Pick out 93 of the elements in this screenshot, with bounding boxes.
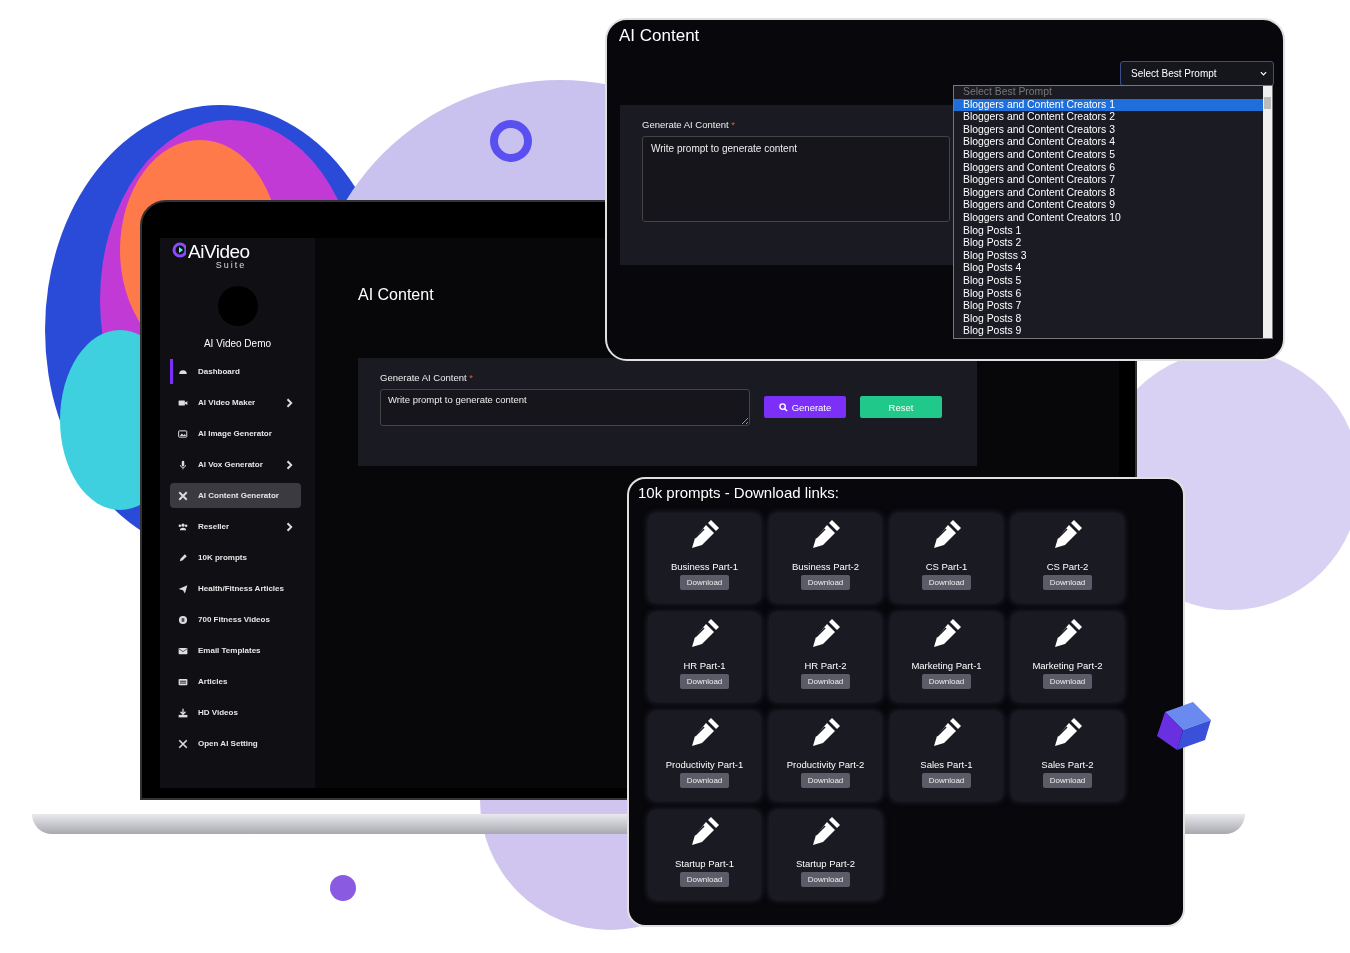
chevron-icon <box>285 397 295 408</box>
dropdown-option[interactable]: Blog Posts 1 <box>954 224 1263 238</box>
dropdown-option[interactable]: Bloggers and Content Creators 1 <box>954 98 1263 112</box>
scrollbar[interactable] <box>1263 86 1272 338</box>
sidebar-item[interactable]: Email Templates <box>170 638 301 663</box>
download-button[interactable]: Download <box>679 575 730 590</box>
sidebar-item[interactable]: AI Image Generator <box>170 421 301 446</box>
sidebar-item[interactable]: Dashboard <box>170 359 301 384</box>
download-button[interactable]: Download <box>921 674 972 689</box>
dropdown-option[interactable]: Blog Posts 8 <box>954 312 1263 326</box>
chevron-icon <box>285 521 295 532</box>
card-title: Startup Part-1 <box>674 858 735 869</box>
card-title: HR Part-2 <box>804 660 847 671</box>
logo-icon <box>172 242 186 260</box>
menu-item-icon <box>178 614 188 625</box>
card-title: Startup Part-2 <box>795 858 856 869</box>
dropdown-option[interactable]: Blog Posts 4 <box>954 262 1263 275</box>
dropdown-option[interactable]: Blog Posts 5 <box>954 274 1263 288</box>
dropdown-option[interactable]: Blog Posts 6 <box>954 287 1263 301</box>
dropdown-option[interactable]: Blog Posts 9 <box>954 325 1263 338</box>
download-button[interactable]: Download <box>679 872 730 887</box>
dropdown-option[interactable]: Bloggers and Content Creators 6 <box>954 161 1263 175</box>
download-button[interactable]: Download <box>1042 674 1093 689</box>
prompt-dropdown[interactable]: Select Best Prompt <box>1120 61 1274 86</box>
generate-button[interactable]: Generate <box>764 396 846 418</box>
card-title: CS Part-2 <box>1046 561 1089 572</box>
field-label: Generate AI Content * <box>380 372 473 383</box>
menu-item-icon <box>178 521 188 532</box>
gradient-blob <box>330 875 356 901</box>
card-title: Marketing Part-1 <box>911 660 982 671</box>
caret-icon <box>1260 71 1267 76</box>
sidebar-item[interactable]: AI Video Maker <box>170 390 301 415</box>
menu-item-icon <box>178 583 188 594</box>
sidebar-item[interactable]: 700 Fitness Videos <box>170 607 301 632</box>
sidebar-item[interactable]: Articles <box>170 669 301 694</box>
sidebar-item[interactable]: 10K prompts <box>170 545 301 570</box>
dropdown-option[interactable]: Bloggers and Content Creators 9 <box>954 199 1263 212</box>
card-title: Business Part-2 <box>791 561 860 572</box>
card-title: HR Part-1 <box>683 660 726 671</box>
sidebar-item[interactable]: AI Content Generator <box>170 483 301 508</box>
dropdown-option[interactable]: Bloggers and Content Creators 5 <box>954 148 1263 162</box>
download-button[interactable]: Download <box>679 674 730 689</box>
card-title: Business Part-1 <box>670 561 739 572</box>
download-button[interactable]: Download <box>800 674 851 689</box>
dropdown-option[interactable]: Bloggers and Content Creators 3 <box>954 123 1263 137</box>
dropdown-option[interactable]: Bloggers and Content Creators 10 <box>954 211 1263 225</box>
dropdown-option[interactable]: Blog Posts 7 <box>954 300 1263 313</box>
sidebar-item[interactable]: Reseller <box>170 514 301 539</box>
dropdown-option[interactable]: Blog Postss 3 <box>954 249 1263 263</box>
download-button[interactable]: Download <box>679 773 730 788</box>
sidebar-item[interactable]: Open AI Setting <box>170 731 301 756</box>
menu-item-icon <box>178 428 188 439</box>
window-title: 10k prompts - Download links: <box>638 484 840 501</box>
menu-item-icon <box>178 676 188 687</box>
dropdown-option[interactable]: Bloggers and Content Creators 2 <box>954 111 1263 124</box>
logo-subtitle: Suite <box>215 260 247 270</box>
download-button[interactable]: Download <box>800 773 851 788</box>
dropdown-option[interactable]: Bloggers and Content Creators 7 <box>954 174 1263 187</box>
cube-shape <box>1157 702 1211 750</box>
logo-text: AiVideo <box>188 242 250 262</box>
window-title: AI Content <box>619 26 701 46</box>
download-button[interactable]: Download <box>800 575 851 590</box>
dropdown-option[interactable]: Blog Posts 2 <box>954 237 1263 250</box>
search-icon <box>778 402 788 412</box>
card-title: Productivity Part-2 <box>786 759 865 770</box>
sidebar-item[interactable]: Health/Fitness Articles <box>170 576 301 601</box>
menu-item-icon <box>178 552 188 563</box>
profile-name: AI Video Demo <box>202 338 273 349</box>
card-title: Productivity Part-1 <box>665 759 744 770</box>
ring-shape <box>490 120 532 162</box>
prompt-field[interactable]: Write prompt to generate content <box>380 389 750 426</box>
download-button[interactable]: Download <box>921 773 972 788</box>
sidebar-item[interactable]: AI Vox Generator <box>170 452 301 477</box>
dropdown-option[interactable]: Bloggers and Content Creators 4 <box>954 136 1263 149</box>
sidebar-item[interactable]: HD Videos <box>170 700 301 725</box>
download-button[interactable]: Download <box>1042 575 1093 590</box>
card-title: Sales Part-1 <box>920 759 973 770</box>
download-button[interactable]: Download <box>921 575 972 590</box>
menu-item-icon <box>178 738 188 749</box>
dropdown-option[interactable]: Bloggers and Content Creators 8 <box>954 186 1263 200</box>
prompt-field[interactable]: Write prompt to generate content <box>642 136 950 222</box>
menu-item-icon <box>178 645 188 656</box>
menu-item-icon <box>178 459 188 470</box>
menu-item-icon <box>178 707 188 718</box>
card-title: Marketing Part-2 <box>1032 660 1103 671</box>
menu-item-icon <box>178 490 188 501</box>
card-title: Sales Part-2 <box>1041 759 1094 770</box>
card-title: CS Part-1 <box>925 561 968 572</box>
page-title: AI Content <box>358 286 434 304</box>
chevron-icon <box>285 459 295 470</box>
download-button[interactable]: Download <box>1042 773 1093 788</box>
download-button[interactable]: Download <box>800 872 851 887</box>
field-label: Generate AI Content * <box>642 119 735 130</box>
